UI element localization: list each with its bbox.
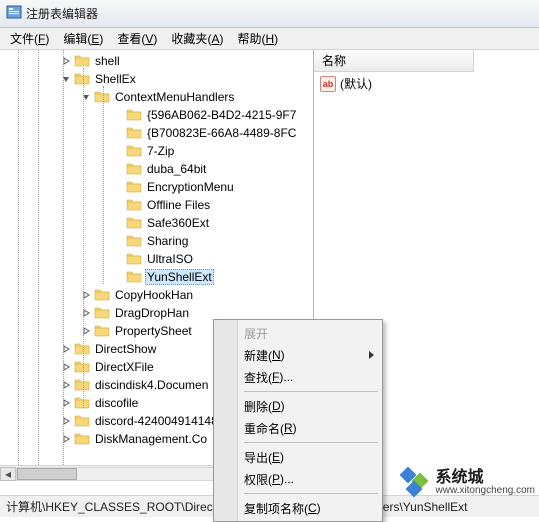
expand-toggle-icon[interactable] — [80, 325, 92, 337]
tree-item-label: discindisk4.Documen — [93, 377, 210, 393]
context-menu-item[interactable]: 导出(E) — [216, 446, 380, 468]
string-value-icon: ab — [320, 76, 336, 92]
tree-item-label: YunShellExt — [145, 269, 214, 285]
expand-toggle-icon[interactable] — [80, 307, 92, 319]
tree-item-label: discord-424004914148 — [93, 413, 220, 429]
tree-item[interactable]: 7-Zip — [2, 142, 313, 160]
context-menu-item[interactable]: 删除(D) — [216, 395, 380, 417]
expand-toggle-icon[interactable] — [60, 415, 72, 427]
tree-item[interactable]: YunShellExt — [2, 268, 313, 286]
tree-item-label: Safe360Ext — [145, 215, 211, 231]
titlebar: 注册表编辑器 — [0, 0, 539, 28]
tree-item-label: Sharing — [145, 233, 190, 249]
column-header-name[interactable]: 名称 — [314, 50, 474, 72]
tree-item-label: shell — [93, 53, 122, 69]
menu-separator — [244, 391, 378, 392]
tree-item-label: PropertySheet — [113, 323, 194, 339]
expand-toggle-icon[interactable] — [60, 397, 72, 409]
tree-item-label: ContextMenuHandlers — [113, 89, 236, 105]
tree-item-label: {B700823E-66A8-4489-8FC — [145, 125, 298, 141]
menu-view[interactable]: 查看(V) — [111, 28, 163, 49]
expand-toggle-icon[interactable] — [60, 343, 72, 355]
tree-item-label: UltraISO — [145, 251, 195, 267]
tree-item-label: duba_64bit — [145, 161, 208, 177]
menu-separator — [244, 442, 378, 443]
tree-item-label: Offline Files — [145, 197, 212, 213]
tree-item[interactable]: CopyHookHan — [2, 286, 313, 304]
expand-toggle-icon[interactable] — [60, 379, 72, 391]
menu-file[interactable]: 文件(F) — [4, 28, 55, 49]
expand-toggle-icon[interactable] — [60, 433, 72, 445]
tree-item[interactable]: duba_64bit — [2, 160, 313, 178]
expand-toggle-icon[interactable] — [80, 91, 92, 103]
scroll-left-arrow[interactable]: ◂ — [0, 467, 16, 481]
tree-guide-line — [18, 50, 19, 465]
tree-item-shell[interactable]: shell — [2, 52, 313, 70]
menu-help[interactable]: 帮助(H) — [231, 28, 284, 49]
tree-item-label: DiskManagement.Co — [93, 431, 209, 447]
tree-item[interactable]: EncryptionMenu — [2, 178, 313, 196]
tree-item-label: DirectXFile — [93, 359, 156, 375]
tree-item-shellex[interactable]: ShellEx — [2, 70, 313, 88]
tree-item-contextmenuhandlers[interactable]: ContextMenuHandlers — [2, 88, 313, 106]
menu-edit[interactable]: 编辑(E) — [57, 28, 109, 49]
context-menu-item[interactable]: 查找(F)... — [216, 366, 380, 388]
menu-separator — [244, 493, 378, 494]
tree-item[interactable]: {596AB062-B4D2-4215-9F7 — [2, 106, 313, 124]
scroll-thumb[interactable] — [17, 468, 77, 480]
context-menu-item[interactable]: 重命名(R) — [216, 417, 380, 439]
tree-guide-line — [63, 50, 64, 465]
context-menu: 展开新建(N)查找(F)... 删除(D)重命名(R) 导出(E)权限(P)... 复… — [213, 319, 383, 522]
submenu-arrow-icon — [369, 351, 374, 359]
tree-item[interactable]: {B700823E-66A8-4489-8FC — [2, 124, 313, 142]
tree-item-label: DirectShow — [93, 341, 158, 357]
tree-item-label: 7-Zip — [145, 143, 176, 159]
tree-guide-line — [103, 86, 104, 284]
tree-guide-line — [83, 68, 84, 408]
expand-toggle-icon[interactable] — [60, 361, 72, 373]
value-name: (默认) — [340, 75, 372, 92]
tree-item-label: {596AB062-B4D2-4215-9F7 — [145, 107, 298, 123]
app-icon — [6, 4, 26, 23]
tree-item[interactable]: Safe360Ext — [2, 214, 313, 232]
tree-guide-line — [38, 50, 39, 465]
tree-item-label: DragDropHan — [113, 305, 191, 321]
tree-item-label: ShellEx — [93, 71, 138, 87]
menu-favorites[interactable]: 收藏夹(A) — [165, 28, 229, 49]
window-title: 注册表编辑器 — [26, 5, 98, 22]
context-menu-item[interactable]: 复制项名称(C) — [216, 497, 380, 519]
context-menu-item[interactable]: 权限(P)... — [216, 468, 380, 490]
tree-item[interactable]: Sharing — [2, 232, 313, 250]
context-menu-item: 展开 — [216, 322, 380, 344]
tree-item-label: CopyHookHan — [113, 287, 195, 303]
expand-toggle-icon[interactable] — [60, 73, 72, 85]
tree-item[interactable]: UltraISO — [2, 250, 313, 268]
expand-toggle-icon[interactable] — [60, 55, 72, 67]
tree-item-label: discofile — [93, 395, 140, 411]
context-menu-item[interactable]: 新建(N) — [216, 344, 380, 366]
expand-toggle-icon[interactable] — [80, 289, 92, 301]
tree-item[interactable]: Offline Files — [2, 196, 313, 214]
tree-item-label: EncryptionMenu — [145, 179, 236, 195]
value-row[interactable]: ab (默认) — [314, 72, 539, 95]
menubar: 文件(F) 编辑(E) 查看(V) 收藏夹(A) 帮助(H) — [0, 28, 539, 50]
